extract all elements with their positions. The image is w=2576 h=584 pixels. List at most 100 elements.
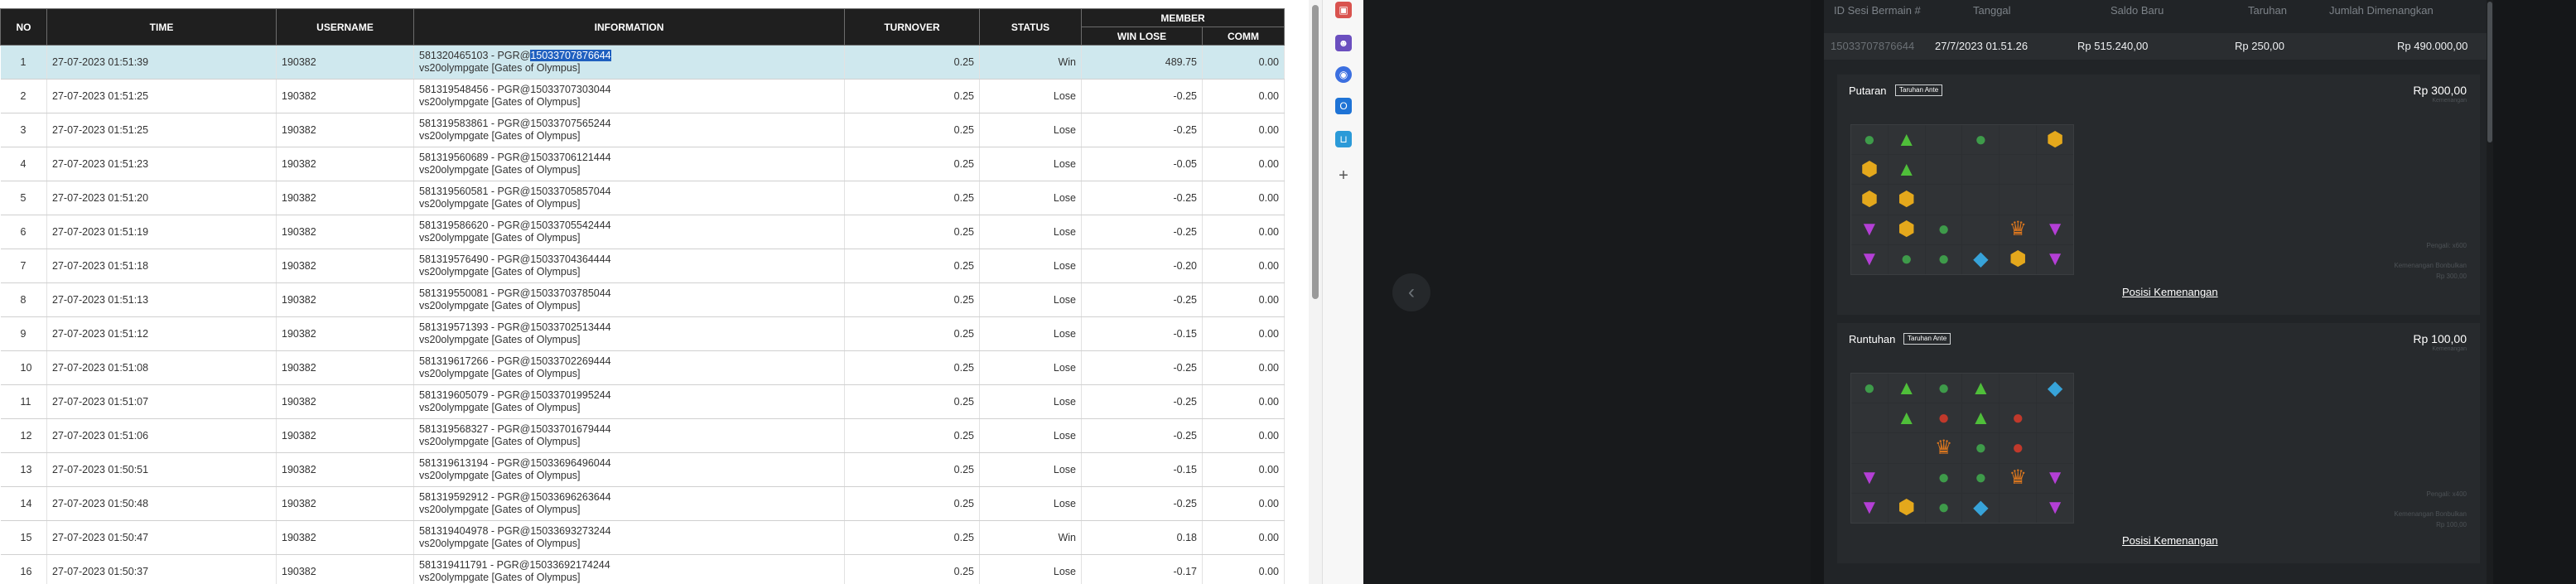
plus-icon[interactable]: + [1335, 167, 1352, 185]
tri-green-icon: ▲ [1888, 125, 1925, 155]
row-no: 2 [0, 79, 47, 113]
row-comm: 0.00 [1202, 147, 1285, 181]
table-row[interactable]: 12 27-07-2023 01:51:06 190382 581319568327 … [0, 418, 1285, 453]
row-time: 27-07-2023 01:51:20 [46, 181, 277, 215]
col-header-status[interactable]: STATUS [979, 8, 1082, 46]
info-selected-text: 15033707876644 [530, 50, 611, 61]
info-bet-id: 581319617266 - PGR@15033702269444 [419, 355, 611, 367]
table-row[interactable]: 16 27-07-2023 01:50:37 190382 581319411791 … [0, 554, 1285, 584]
row-status: Lose [979, 384, 1082, 419]
row-win-lose: -0.25 [1081, 215, 1203, 249]
table-row[interactable]: 9 27-07-2023 01:51:12 190382 581319571393 -… [0, 316, 1285, 351]
row-status: Lose [979, 215, 1082, 249]
info-game-name: vs20olympgate [Gates of Olympus] [419, 130, 581, 142]
table-row[interactable]: 14 27-07-2023 01:50:48 190382 581319592912 … [0, 486, 1285, 521]
gem-green-icon: ● [1962, 125, 2000, 155]
row-information: 581319586620 - PGR@15033705542444 vs20oly… [413, 215, 845, 249]
tri-purple-icon: ▼ [1851, 215, 1888, 244]
col-header-username[interactable]: USERNAME [276, 8, 414, 46]
outlook-icon[interactable]: O [1335, 98, 1352, 114]
info-game-name: vs20olympgate [Gates of Olympus] [419, 266, 581, 278]
table-row[interactable]: 4 27-07-2023 01:51:23 190382 581319560689 -… [0, 147, 1285, 181]
scrollbar-thumb[interactable] [2487, 2, 2492, 142]
table-row[interactable]: 7 27-07-2023 01:51:18 190382 581319576490 -… [0, 249, 1285, 283]
col-header-member: MEMBER [1081, 8, 1285, 27]
tri-purple-icon: ▼ [1851, 244, 1888, 274]
row-username: 190382 [276, 282, 414, 317]
row-information: 581319548456 - PGR@15033707303044 vs20oly… [413, 79, 845, 113]
session-date: 27/7/2023 01.51.26 [1935, 40, 2028, 52]
row-comm: 0.00 [1202, 316, 1285, 351]
info-line-1: 581320465103 - PGR@15033707876644 [419, 50, 839, 62]
row-turnover: 0.25 [844, 418, 980, 453]
row-status: Lose [979, 147, 1082, 181]
row-no: 7 [0, 249, 47, 283]
row-turnover: 0.25 [844, 249, 980, 283]
round-detail-panel: ID Sesi Bermain # Tanggal Saldo Baru Tar… [1824, 0, 2493, 584]
hex-gold-icon: ⬢ [1888, 185, 1925, 215]
empty-cell [2000, 493, 2037, 523]
row-comm: 0.00 [1202, 554, 1285, 584]
info-line-1: 581319586620 - PGR@15033705542444 [419, 220, 839, 232]
empty-cell [1962, 155, 2000, 185]
table-row[interactable]: 8 27-07-2023 01:51:13 190382 581319550081 -… [0, 282, 1285, 317]
info-line-1: 581319568327 - PGR@15033701679444 [419, 423, 839, 436]
header-total-won: Jumlah Dimenangkan [2329, 4, 2434, 17]
row-time: 27-07-2023 01:50:48 [46, 486, 277, 521]
table-row[interactable]: 10 27-07-2023 01:51:08 190382 581319617266 … [0, 350, 1285, 385]
row-status: Lose [979, 316, 1082, 351]
table-row[interactable]: 6 27-07-2023 01:51:19 190382 581319586620 -… [0, 215, 1285, 249]
info-game-name: vs20olympgate [Gates of Olympus] [419, 96, 581, 108]
table-row[interactable]: 1 27-07-2023 01:51:39 190382 581320465103 -… [0, 45, 1285, 80]
info-bet-id: 581319411791 - PGR@15033692174244 [419, 559, 610, 571]
row-information: 581319613194 - PGR@15033696496044 vs20oly… [413, 452, 845, 487]
gem-green-icon: ● [1925, 244, 1962, 274]
session-total-won: Rp 490.000,00 [2397, 40, 2468, 52]
gem-green-icon: ● [1925, 215, 1962, 244]
winning-position-link[interactable]: Posisi Kemenangan [2122, 286, 2218, 298]
table-row[interactable]: 3 27-07-2023 01:51:25 190382 581319583861 -… [0, 113, 1285, 147]
row-username: 190382 [276, 113, 414, 147]
empty-cell [1962, 185, 2000, 215]
col-header-win-lose[interactable]: WIN LOSE [1081, 27, 1203, 46]
people-icon[interactable]: ☻ [1335, 35, 1352, 51]
row-win-lose: -0.25 [1081, 486, 1203, 521]
chevron-left-icon[interactable]: ‹ [1392, 273, 1430, 311]
gift-icon[interactable]: ▣ [1335, 2, 1352, 18]
table-row[interactable]: 15 27-07-2023 01:50:47 190382 581319404978 … [0, 520, 1285, 555]
gem-green-icon: ● [1851, 374, 1888, 403]
col-header-time[interactable]: TIME [46, 8, 277, 46]
detail-scrollbar[interactable] [2487, 0, 2493, 584]
col-header-comm[interactable]: COMM [1202, 27, 1285, 46]
header-bet: Taruhan [2248, 4, 2287, 17]
table-row[interactable]: 2 27-07-2023 01:51:25 190382 581319548456 -… [0, 79, 1285, 113]
winning-position-link[interactable]: Posisi Kemenangan [2122, 534, 2218, 547]
info-line-1: 581319571393 - PGR@15033702513444 [419, 321, 839, 334]
globe-icon[interactable]: ◉ [1335, 66, 1352, 83]
info-game-name: vs20olympgate [Gates of Olympus] [419, 538, 581, 549]
col-header-turnover[interactable]: TURNOVER [844, 8, 980, 46]
scrollbar-thumb[interactable] [1312, 5, 1319, 299]
session-row[interactable]: 15033707876644 27/7/2023 01.51.26 Rp 515… [1824, 33, 2493, 60]
row-information: 581319560689 - PGR@15033706121444 vs20oly… [413, 147, 845, 181]
row-win-lose: -0.20 [1081, 249, 1203, 283]
row-information: 581319617266 - PGR@15033702269444 vs20oly… [413, 350, 845, 385]
ante-bet-badge: Taruhan Ante [1903, 333, 1951, 345]
gem-red-icon: ● [1925, 403, 1962, 433]
table-row[interactable]: 5 27-07-2023 01:51:20 190382 581319560581 -… [0, 181, 1285, 215]
col-header-information[interactable]: INFORMATION [413, 8, 845, 46]
table-scrollbar[interactable] [1309, 0, 1322, 584]
gem-red-icon: ● [2000, 433, 2037, 463]
row-no: 8 [0, 282, 47, 317]
cart-icon[interactable]: ⊔ [1335, 131, 1352, 147]
gem-green-icon: ● [1925, 493, 1962, 523]
table-row[interactable]: 13 27-07-2023 01:50:51 190382 581319613194 … [0, 452, 1285, 487]
row-status: Lose [979, 181, 1082, 215]
info-line-1: 581319617266 - PGR@15033702269444 [419, 355, 839, 368]
col-header-no[interactable]: NO [0, 8, 47, 46]
row-information: 581319568327 - PGR@15033701679444 vs20oly… [413, 418, 845, 453]
empty-cell [2037, 155, 2073, 185]
info-line-1: 581319576490 - PGR@15033704364444 [419, 253, 839, 266]
table-row[interactable]: 11 27-07-2023 01:51:07 190382 581319605079 … [0, 384, 1285, 419]
tri-purple-icon: ▼ [1851, 493, 1888, 523]
